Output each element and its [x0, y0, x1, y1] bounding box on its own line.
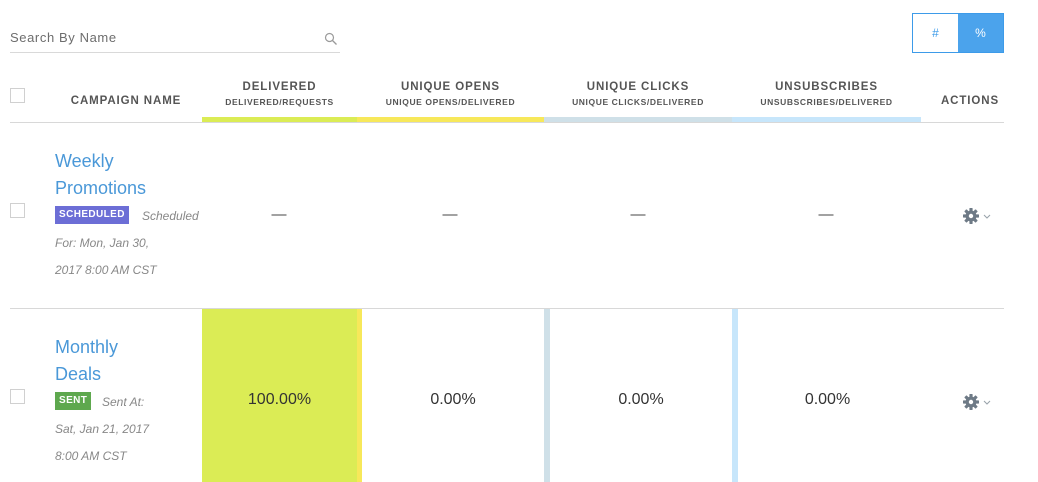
column-title: ACTIONS	[940, 95, 1000, 107]
delivered-value: 100.00%	[247, 391, 312, 408]
opens-value: 0.00%	[430, 391, 476, 408]
column-title: DELIVERED	[242, 81, 317, 93]
column-title: CAMPAIGN NAME	[70, 95, 182, 107]
clicks-value: 0.00%	[618, 391, 664, 408]
count-view-button[interactable]: #	[913, 14, 958, 52]
column-subtitle: DELIVERED/REQUESTS	[225, 97, 334, 107]
gear-icon[interactable]	[963, 208, 995, 224]
opens-value: —	[442, 206, 458, 223]
column-subtitle: UNIQUE CLICKS/DELIVERED	[572, 97, 704, 107]
column-header-actions: ACTIONS	[930, 80, 1010, 122]
actions-menu[interactable]	[963, 208, 995, 224]
column-subtitle: UNSUBSCRIBES/DELIVERED	[760, 97, 893, 107]
count-percent-toggle[interactable]: # %	[912, 13, 1004, 53]
header-divider	[10, 122, 1004, 123]
status-badge: SENT	[55, 392, 92, 410]
actions-menu[interactable]	[963, 394, 995, 410]
campaign-name-link[interactable]: Weekly Promotions	[55, 148, 146, 202]
column-subtitle: UNIQUE OPENS/DELIVERED	[385, 97, 516, 107]
column-header-unsubscribes[interactable]: UNSUBSCRIBES UNSUBSCRIBES/DELIVERED	[732, 80, 921, 122]
column-header-delivered[interactable]: DELIVERED DELIVERED/REQUESTS	[202, 80, 357, 122]
row-divider	[10, 308, 1004, 309]
column-title: UNIQUE CLICKS	[586, 81, 690, 93]
unsubscribes-value: —	[818, 206, 834, 223]
schedule-line-1: For: Mon, Jan 30,	[55, 236, 150, 250]
search-icon[interactable]	[324, 32, 338, 46]
column-title: UNIQUE OPENS	[401, 81, 500, 93]
search-input[interactable]	[10, 24, 310, 45]
unsubscribes-value: 0.00%	[804, 391, 851, 408]
gear-icon[interactable]	[963, 394, 995, 410]
sent-line-2: 8:00 AM CST	[55, 449, 127, 463]
column-header-unique-opens[interactable]: UNIQUE OPENS UNIQUE OPENS/DELIVERED	[357, 80, 544, 122]
status-text: Scheduled	[142, 209, 199, 223]
campaign-name-link[interactable]: Monthly Deals	[55, 334, 118, 388]
chevron-down-icon	[983, 214, 991, 219]
chevron-down-icon	[983, 400, 991, 405]
status-badge: SCHEDULED	[55, 206, 129, 224]
status-text: Sent At:	[102, 395, 145, 409]
sent-line-1: Sat, Jan 21, 2017	[55, 422, 150, 436]
column-header-campaign-name: CAMPAIGN NAME	[56, 80, 196, 122]
delivered-value: —	[271, 206, 287, 223]
column-title: UNSUBSCRIBES	[775, 81, 878, 93]
row-checkbox[interactable]	[10, 389, 25, 404]
column-header-unique-clicks[interactable]: UNIQUE CLICKS UNIQUE CLICKS/DELIVERED	[544, 80, 732, 122]
percent-view-button[interactable]: %	[958, 14, 1003, 52]
clicks-value: —	[630, 206, 646, 223]
schedule-line-2: 2017 8:00 AM CST	[55, 263, 157, 277]
search-field[interactable]	[10, 24, 340, 53]
select-all-checkbox[interactable]	[10, 88, 25, 103]
row-checkbox[interactable]	[10, 203, 25, 218]
